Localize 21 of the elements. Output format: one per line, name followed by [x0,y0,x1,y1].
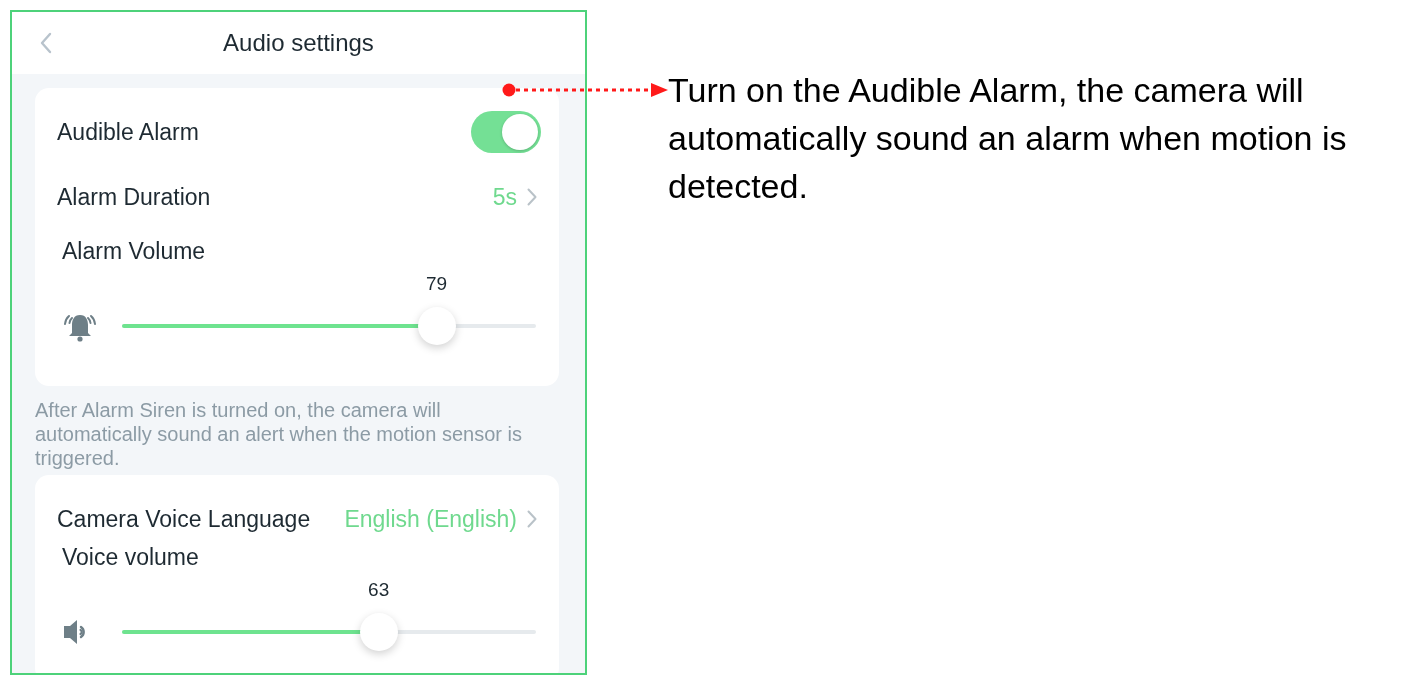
slider-label: Voice volume [62,543,200,571]
setting-label: Camera Voice Language [57,504,311,534]
chevron-right-icon [527,188,537,206]
setting-label: Audible Alarm [57,117,199,147]
callout-text: Turn on the Audible Alarm, the camera will automatically sound an alarm when motion is detected. [668,70,1348,207]
slider-value: 63 [368,578,390,602]
slider-thumb[interactable] [417,307,456,345]
slider-label: Alarm Volume [62,237,207,265]
volume-slider[interactable] [122,613,536,651]
slider-thumb[interactable] [359,613,398,651]
back-icon [40,32,52,54]
volume-slider[interactable] [122,307,536,345]
screen-title: Audio settings [223,28,374,58]
back-button[interactable] [38,30,54,56]
slider-value: 79 [426,272,448,296]
setting-value-link[interactable]: 5s [492,179,541,215]
toggle-switch[interactable] [471,111,541,153]
chevron-right-icon [527,510,537,528]
setting-label: Alarm Duration [57,182,211,212]
alarm-note: After Alarm Siren is turned on, the camera will automatically sound an alert when the motion sensor is triggered. [35,398,523,470]
setting-value-link[interactable]: English (English) [344,501,541,537]
